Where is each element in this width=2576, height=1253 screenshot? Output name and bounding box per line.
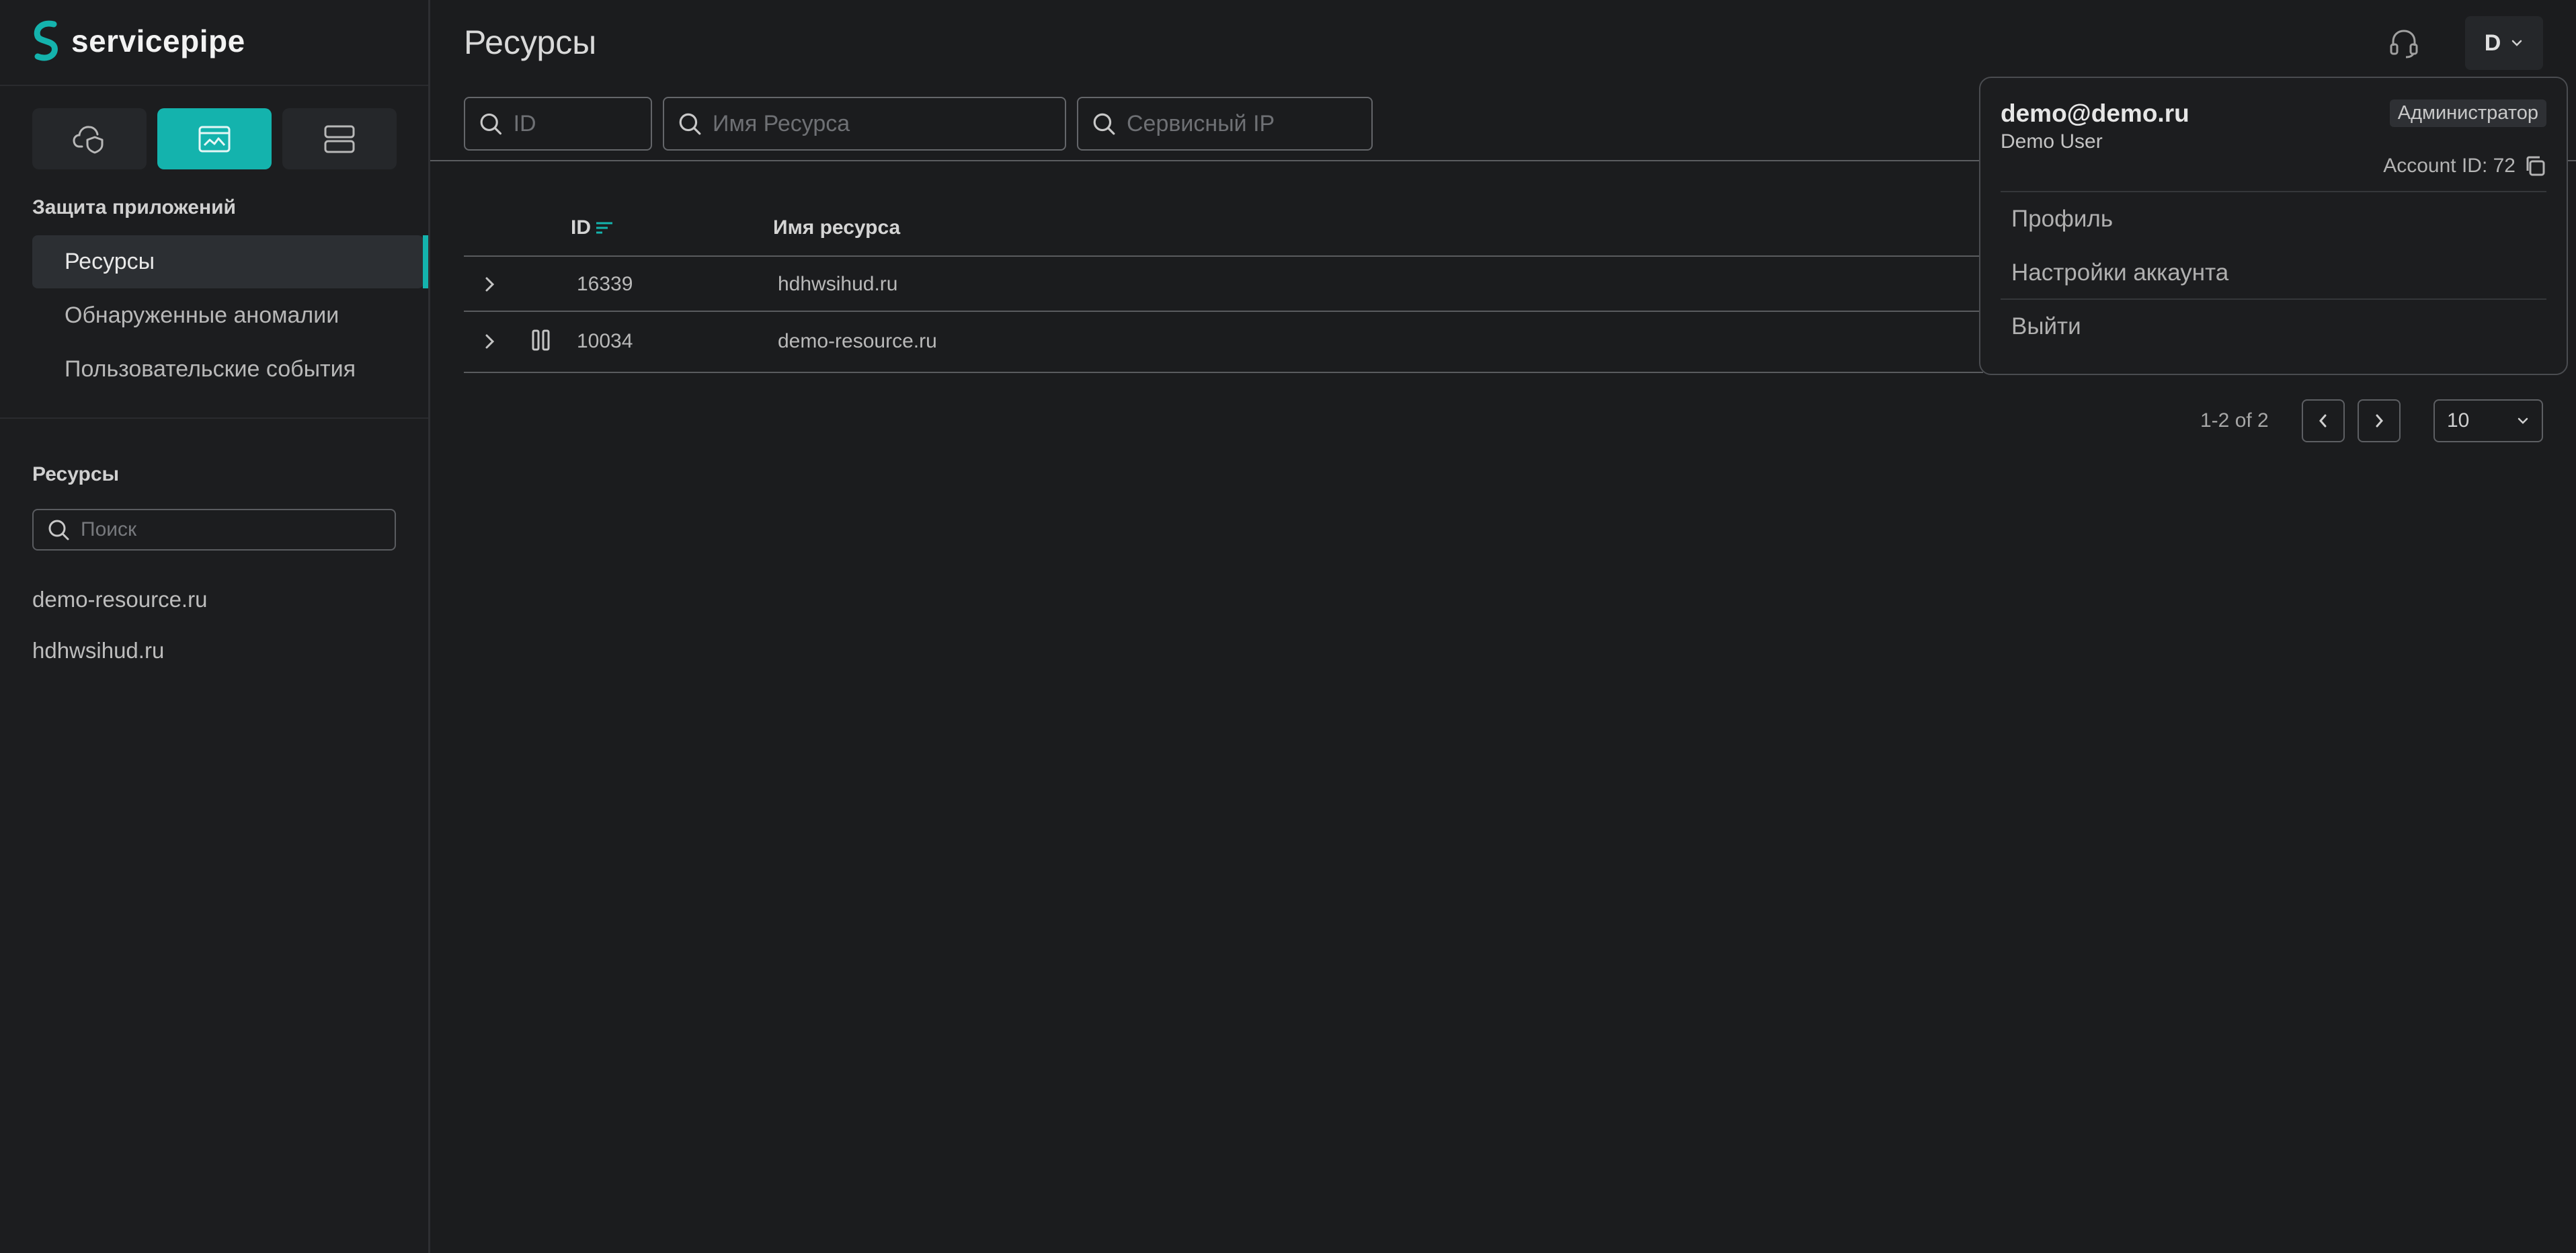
column-header-id[interactable]: ID: [571, 216, 614, 239]
chevron-left-icon: [2319, 414, 2327, 428]
user-email: demo@demo.ru: [2001, 99, 2189, 127]
sidebar-resource-link[interactable]: hdhwsihud.ru: [32, 638, 164, 663]
role-badge: Администратор: [2389, 99, 2546, 127]
cloud-shield-icon: [73, 125, 104, 153]
sidebar: servicepipe Защита приложений Ресурсы Об…: [0, 0, 430, 1253]
sidebar-resource-link[interactable]: demo-resource.ru: [32, 587, 207, 612]
prev-page-button[interactable]: [2302, 399, 2345, 442]
sidebar-search-input[interactable]: [79, 518, 385, 542]
id-filter[interactable]: [464, 97, 652, 151]
sidebar-divider: [0, 417, 428, 419]
table-header-divider: [464, 255, 1983, 257]
paused-status: [528, 327, 555, 354]
name-filter-input[interactable]: [711, 110, 1024, 138]
table-row-divider: [464, 372, 1983, 373]
headset-icon: [2390, 30, 2418, 58]
section-heading: Защита приложений: [32, 196, 236, 218]
column-header-name[interactable]: Имя ресурса: [773, 216, 900, 239]
ip-filter-input[interactable]: [1125, 110, 1352, 138]
menu-item-account-settings[interactable]: Настройки аккаунта: [2011, 259, 2228, 286]
user-menu-dropdown: demo@demo.ru Администратор Demo User Acc…: [1979, 77, 2568, 375]
mode-button-servers[interactable]: [282, 108, 397, 169]
search-icon: [1093, 113, 1115, 135]
sidebar-item-anomalies[interactable]: Обнаруженные аномалии: [32, 289, 424, 342]
id-filter-input[interactable]: [512, 110, 651, 138]
active-indicator: [423, 235, 428, 288]
user-name: Demo User: [2001, 130, 2103, 153]
row-name[interactable]: demo-resource.ru: [778, 330, 937, 353]
servicepipe-logo-icon: [34, 20, 58, 61]
row-expand-button[interactable]: [477, 328, 504, 355]
row-id: 10034: [577, 330, 633, 352]
row-expand-button[interactable]: [477, 271, 504, 298]
menu-item-logout[interactable]: Выйти: [2011, 313, 2081, 340]
chevron-right-icon: [485, 277, 495, 292]
row-name[interactable]: hdhwsihud.ru: [778, 273, 897, 296]
browser-window-icon: [198, 126, 231, 152]
account-id: Account ID: 72: [2383, 155, 2546, 177]
resources-heading: Ресурсы: [32, 463, 120, 485]
sidebar-item-resources[interactable]: Ресурсы: [32, 235, 424, 288]
page-size-select[interactable]: 10: [2433, 399, 2543, 442]
sidebar-item-user-events[interactable]: Пользовательские события: [32, 343, 424, 396]
support-button[interactable]: [2365, 16, 2443, 70]
chevron-right-icon: [485, 334, 495, 349]
sidebar-divider: [0, 85, 428, 86]
ip-filter[interactable]: [1077, 97, 1373, 151]
page-size-value: 10: [2447, 409, 2470, 432]
server-icon: [324, 125, 355, 153]
search-icon: [480, 113, 502, 135]
search-icon: [679, 113, 701, 135]
brand-name: servicepipe: [71, 24, 245, 58]
pause-icon: [532, 329, 550, 351]
mode-button-cloud[interactable]: [32, 108, 147, 169]
menu-divider: [2001, 191, 2546, 192]
menu-item-profile[interactable]: Профиль: [2011, 206, 2113, 233]
logo[interactable]: servicepipe: [30, 19, 245, 63]
search-icon: [48, 520, 69, 540]
table-row-divider: [464, 311, 1983, 312]
name-filter[interactable]: [663, 97, 1066, 151]
copy-icon[interactable]: [2524, 155, 2546, 177]
mode-button-applications[interactable]: [157, 108, 272, 169]
row-id: 16339: [577, 273, 633, 295]
menu-divider: [2001, 298, 2546, 300]
chevron-down-icon: [2512, 40, 2522, 46]
chevron-right-icon: [2376, 414, 2383, 428]
page-title: Ресурсы: [464, 24, 597, 61]
pagination-range: 1-2 of 2: [2200, 409, 2269, 432]
next-page-button[interactable]: [2358, 399, 2401, 442]
user-menu-button[interactable]: D: [2465, 16, 2543, 70]
sort-icon: [596, 222, 612, 234]
user-initial: D: [2484, 30, 2501, 56]
chevron-down-icon: [2518, 417, 2528, 424]
sidebar-search[interactable]: [32, 509, 396, 551]
